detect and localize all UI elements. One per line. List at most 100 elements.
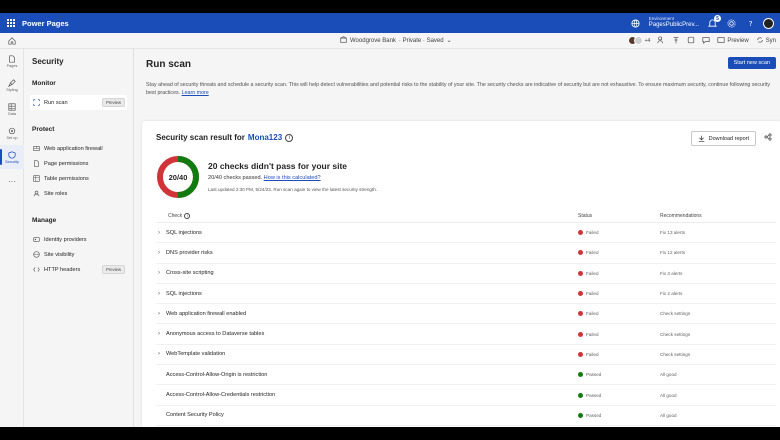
download-report-button[interactable]: Download report: [690, 131, 756, 146]
check-name: Anonymous access to Dataverse tables: [166, 331, 265, 338]
cell-recommendation[interactable]: Fix 3 alerts: [660, 271, 776, 276]
cell-status: Passed: [578, 372, 660, 378]
column-header-check[interactable]: Check i: [156, 212, 578, 219]
cell-check: › WebTemplate validation: [156, 351, 578, 357]
cell-status: Failed: [578, 291, 660, 297]
how-calculated-link[interactable]: How is this calculated?: [264, 175, 321, 181]
cell-recommendation[interactable]: Fix 13 alerts: [660, 230, 776, 235]
info-icon[interactable]: i: [285, 133, 294, 142]
check-name: SQL injections: [166, 229, 202, 236]
settings-gear-icon[interactable]: [725, 17, 737, 29]
status-text: Passed: [586, 412, 602, 418]
notifications-icon[interactable]: 5: [706, 15, 721, 29]
rail-item-setup[interactable]: Set up: [0, 121, 24, 145]
chevron-right-icon[interactable]: ›: [156, 311, 166, 317]
cell-status: Passed: [578, 392, 660, 398]
nav-item-label: Site visibility: [44, 251, 75, 258]
nav-item-table-permissions[interactable]: Table permissions: [30, 171, 127, 186]
rail-item-security[interactable]: Security: [0, 145, 24, 169]
column-header-recommendations[interactable]: Recommendations: [660, 213, 776, 219]
rail-item-pages[interactable]: Pages: [0, 49, 24, 73]
checks-table: Check i Status Recommendations › SQL inje…: [156, 209, 776, 427]
help-icon[interactable]: ?: [744, 17, 756, 29]
chevron-down-icon: ⌄: [446, 38, 452, 44]
nav-item-identity-providers[interactable]: Identity providers: [30, 232, 127, 247]
info-icon[interactable]: i: [184, 212, 191, 219]
cell-status: Failed: [578, 331, 660, 337]
result-site-name[interactable]: Mona123: [248, 133, 282, 142]
nav-item-run-scan[interactable]: Run scan Preview: [30, 95, 127, 110]
table-row[interactable]: › SQL injections Failed Fix 13 alerts: [156, 223, 776, 244]
table-row[interactable]: › Cross-site scripting Failed Fix 3 alerts: [156, 264, 776, 284]
app-launcher-icon[interactable]: [0, 13, 22, 33]
chevron-right-icon[interactable]: ›: [156, 230, 166, 236]
person-add-icon[interactable]: [657, 35, 665, 46]
download-label: Download report: [708, 135, 749, 142]
notification-count: 5: [714, 15, 721, 22]
nav-item-page-permissions[interactable]: Page permissions: [30, 156, 127, 171]
chevron-right-icon[interactable]: ›: [156, 250, 166, 256]
rail-item-data[interactable]: Data: [0, 97, 24, 121]
top-bar: Power Pages Environment PagesPublicPrev.…: [0, 13, 780, 33]
chevron-right-icon[interactable]: ›: [156, 331, 166, 337]
nav-item-web-application-firewall[interactable]: Web application firewall: [30, 141, 127, 156]
status-failed-icon: [578, 331, 583, 337]
summary-title: 20 checks didn't pass for your site: [208, 161, 348, 171]
sync-button[interactable]: Syn: [756, 36, 776, 46]
sync-label: Syn: [765, 37, 776, 44]
home-icon[interactable]: [0, 36, 24, 45]
nav-item-label: HTTP headers: [44, 266, 81, 273]
table-row[interactable]: › WebTemplate validation Failed Check setti…: [156, 345, 776, 366]
table-body: › SQL injections Failed Fix 13 alerts › DNS p…: [156, 223, 776, 427]
more-icon[interactable]: ···: [0, 169, 24, 193]
learn-more-link[interactable]: Learn more: [182, 90, 209, 96]
cell-recommendation[interactable]: Check settings: [660, 311, 776, 316]
rail-item-styling[interactable]: Styling: [0, 73, 24, 97]
table-row[interactable]: › Anonymous access to Dataverse tables Fai…: [156, 324, 776, 345]
nav-item-site-visibility[interactable]: Site visibility: [30, 247, 127, 262]
site-selector[interactable]: Woodgrove Bank · Private · Saved ⌄: [340, 36, 452, 45]
chevron-right-icon[interactable]: ›: [156, 351, 166, 357]
cell-recommendation[interactable]: Check settings: [660, 332, 776, 337]
environment-picker[interactable]: Environment PagesPublicPrev...: [649, 16, 699, 29]
site-icon: [340, 36, 347, 45]
table-row: Content Security Policy Passed All good: [156, 406, 776, 426]
nav-item-site-roles[interactable]: Site roles: [30, 186, 127, 201]
collaborators[interactable]: +4: [627, 36, 650, 45]
cell-recommendation[interactable]: Fix 2 alerts: [660, 291, 776, 296]
main-content: Run scan Start new scan Stay ahead of se…: [134, 49, 780, 427]
start-new-scan-button[interactable]: Start new scan: [727, 57, 776, 69]
cell-recommendation[interactable]: Check settings: [660, 352, 776, 357]
headers-icon: [33, 266, 40, 273]
status-passed-icon: [578, 372, 583, 378]
nav-section-protect: Protect: [32, 126, 55, 133]
status-text: Failed: [586, 250, 599, 256]
preview-badge: Preview: [102, 98, 125, 107]
chevron-right-icon[interactable]: ›: [156, 291, 166, 297]
check-name: SQL injections: [166, 290, 202, 297]
rail-label: Styling: [6, 87, 18, 92]
nav-item-http-headers[interactable]: HTTP headers Preview: [30, 262, 127, 277]
table-row[interactable]: › Web application firewall enabled Failed C…: [156, 304, 776, 325]
table-row[interactable]: › SQL injections Failed Fix 2 alerts: [156, 284, 776, 305]
status-text: Passed: [586, 372, 602, 378]
cell-check: Content Security Policy: [156, 412, 578, 418]
preview-button[interactable]: Preview: [717, 36, 749, 46]
cell-check: › Anonymous access to Dataverse tables: [156, 331, 578, 337]
score-label: 20/40: [168, 172, 188, 182]
copilot-icon[interactable]: [687, 36, 695, 46]
status-passed-icon: [578, 412, 583, 418]
cell-recommendation[interactable]: Fix 12 alerts: [660, 250, 776, 255]
cell-recommendation: All good: [660, 412, 677, 418]
summary-passed-text: 20/40 checks passed.: [208, 175, 263, 181]
share-icon[interactable]: [762, 131, 774, 143]
translate-icon[interactable]: [672, 36, 680, 46]
app-title: Power Pages: [22, 18, 69, 28]
comment-icon[interactable]: [702, 36, 710, 46]
status-passed-icon: [578, 392, 583, 398]
chevron-right-icon[interactable]: ›: [156, 270, 166, 276]
cell-status: Failed: [578, 311, 660, 317]
column-header-status[interactable]: Status: [578, 213, 660, 219]
table-row[interactable]: › DNS provider risks Failed Fix 12 alerts: [156, 243, 776, 264]
user-avatar[interactable]: [763, 17, 774, 29]
